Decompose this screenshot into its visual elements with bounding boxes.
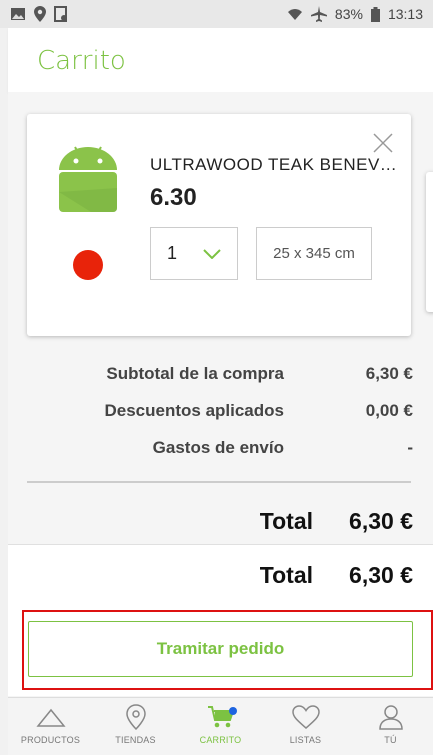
subtotal-value: 6,30 € <box>365 364 413 383</box>
summary-total-label: Total <box>259 508 313 534</box>
user-icon <box>378 705 403 730</box>
triangle-icon <box>35 708 66 727</box>
subtotal-label: Subtotal de la compra <box>106 364 284 383</box>
close-icon[interactable] <box>372 132 394 154</box>
gallery-icon <box>11 8 25 20</box>
shipping-label: Gastos de envío <box>152 438 284 457</box>
file-icon <box>54 6 67 22</box>
tab-productos[interactable]: PRODUCTOS <box>8 698 93 755</box>
shipping-row: Gastos de envío - <box>8 438 433 462</box>
chevron-down-icon <box>203 248 221 259</box>
product-image-placeholder-icon <box>59 146 117 212</box>
status-bar-left <box>10 6 68 22</box>
cart-item-card[interactable]: ULTRAWOOD TEAK BENEV… 6.30 1 25 x 345 cm <box>27 114 411 336</box>
checkout-total-row: Total 6,30 € <box>8 562 433 594</box>
tab-label-tiendas: TIENDAS <box>115 735 156 745</box>
discounts-label: Descuentos aplicados <box>104 401 284 420</box>
summary-divider <box>27 481 411 483</box>
summary-total-value: 6,30 € <box>349 508 413 534</box>
tab-carrito[interactable]: CARRITO <box>178 698 263 755</box>
app-header: Carrito <box>8 28 433 93</box>
map-pin-icon <box>125 704 146 730</box>
product-price: 6.30 <box>150 184 197 211</box>
size-field[interactable]: 25 x 345 cm <box>256 227 372 280</box>
status-bar-right: 83% 13:13 <box>287 6 423 22</box>
tab-label-tu: TÚ <box>384 735 397 745</box>
cart-notification-badge <box>228 707 237 715</box>
airplane-icon <box>310 6 327 22</box>
status-bar: 83% 13:13 <box>0 0 433 28</box>
tab-tiendas[interactable]: TIENDAS <box>93 698 178 755</box>
app-screen: Carrito ULTRAWOOD TEAK BENEV… 6.30 1 25 … <box>8 28 433 755</box>
subtotal-row: Subtotal de la compra 6,30 € <box>8 364 433 388</box>
tab-label-productos: PRODUCTOS <box>20 735 81 745</box>
product-name: ULTRAWOOD TEAK BENEV… <box>150 155 398 174</box>
checkout-total-value: 6,30 € <box>349 562 413 588</box>
wifi-icon <box>287 9 302 20</box>
battery-icon <box>370 6 380 22</box>
quantity-select[interactable]: 1 <box>150 227 238 280</box>
color-swatch <box>73 250 103 280</box>
page-title: Carrito <box>37 46 126 76</box>
tab-label-carrito: CARRITO <box>199 735 242 745</box>
discounts-row: Descuentos aplicados 0,00 € <box>8 401 433 425</box>
tab-tu[interactable]: TÚ <box>348 698 433 755</box>
checkout-total-label: Total <box>259 562 313 588</box>
discounts-value: 0,00 € <box>365 401 413 420</box>
bottom-tab-bar: PRODUCTOS TIENDAS CARRITO LISTAS TÚ <box>8 697 433 755</box>
clock: 13:13 <box>387 6 423 22</box>
heart-icon <box>291 705 320 729</box>
tab-label-listas: LISTAS <box>289 735 322 745</box>
next-cart-item-card-peek[interactable] <box>426 172 433 312</box>
checkout-button[interactable]: Tramitar pedido <box>28 621 413 677</box>
quantity-value: 1 <box>167 243 178 263</box>
location-icon <box>34 6 46 22</box>
summary-total-row: Total 6,30 € <box>8 508 433 540</box>
battery-percent: 83% <box>334 6 363 22</box>
tab-listas[interactable]: LISTAS <box>263 698 348 755</box>
shipping-value: - <box>407 438 413 457</box>
